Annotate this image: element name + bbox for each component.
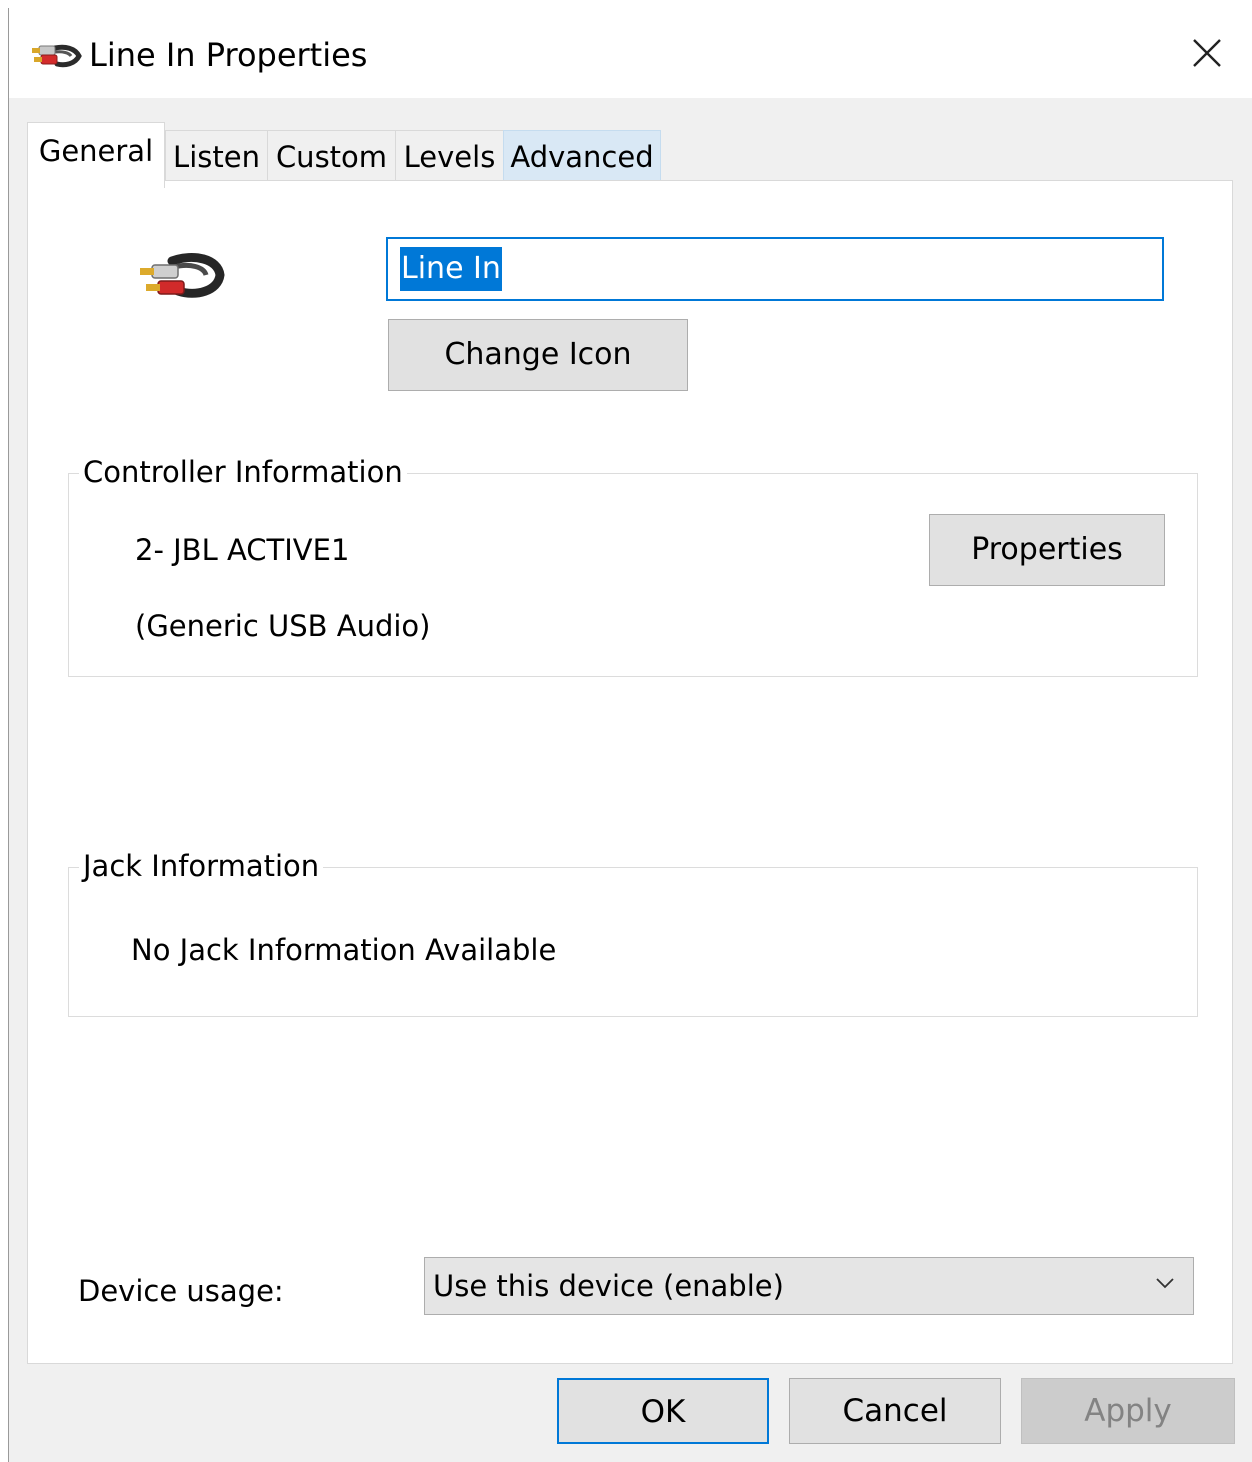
tab-custom-label: Custom <box>275 140 388 174</box>
tab-advanced[interactable]: Advanced <box>503 130 661 180</box>
tab-general-label: General <box>38 134 154 168</box>
controller-information-group: Controller Information 2- JBL ACTIVE1 (G… <box>68 452 1198 677</box>
cancel-button[interactable]: Cancel <box>789 1378 1001 1444</box>
tab-listen[interactable]: Listen <box>165 130 267 180</box>
tab-levels-label: Levels <box>403 140 496 174</box>
properties-dialog: Line In Properties General Listen Custom… <box>8 8 1252 1462</box>
tab-general[interactable]: General <box>27 122 165 188</box>
device-name-value: Line In <box>400 247 502 291</box>
ok-button[interactable]: OK <box>557 1378 769 1444</box>
tab-advanced-label: Advanced <box>510 140 654 174</box>
jack-information-group: Jack Information No Jack Information Ava… <box>68 846 1198 1017</box>
controller-properties-button[interactable]: Properties <box>929 514 1165 586</box>
jack-information-message: No Jack Information Available <box>131 933 557 967</box>
device-name-input[interactable]: Line In <box>386 237 1164 301</box>
rca-cable-icon <box>31 38 83 74</box>
general-tab-panel: Line In Change Icon Controller Informati… <box>27 180 1233 1364</box>
dialog-title: Line In Properties <box>89 36 368 74</box>
device-usage-dropdown[interactable]: Use this device (enable) <box>424 1257 1194 1315</box>
controller-name: 2- JBL ACTIVE1 <box>135 533 350 567</box>
close-button[interactable] <box>1160 8 1252 98</box>
jack-information-legend: Jack Information <box>79 846 324 886</box>
chevron-down-icon <box>1156 1278 1174 1289</box>
line-in-device-icon <box>138 243 228 313</box>
device-usage-label: Device usage: <box>78 1274 284 1308</box>
change-icon-button[interactable]: Change Icon <box>388 319 688 391</box>
close-icon <box>1193 39 1221 67</box>
device-usage-value: Use this device (enable) <box>433 1269 784 1303</box>
title-bar[interactable]: Line In Properties <box>9 8 1252 98</box>
apply-button[interactable]: Apply <box>1021 1378 1235 1444</box>
tab-listen-label: Listen <box>173 140 260 174</box>
controller-information-legend: Controller Information <box>79 452 407 492</box>
controller-driver: (Generic USB Audio) <box>135 609 431 643</box>
tab-custom[interactable]: Custom <box>267 130 395 180</box>
tab-levels[interactable]: Levels <box>395 130 503 180</box>
